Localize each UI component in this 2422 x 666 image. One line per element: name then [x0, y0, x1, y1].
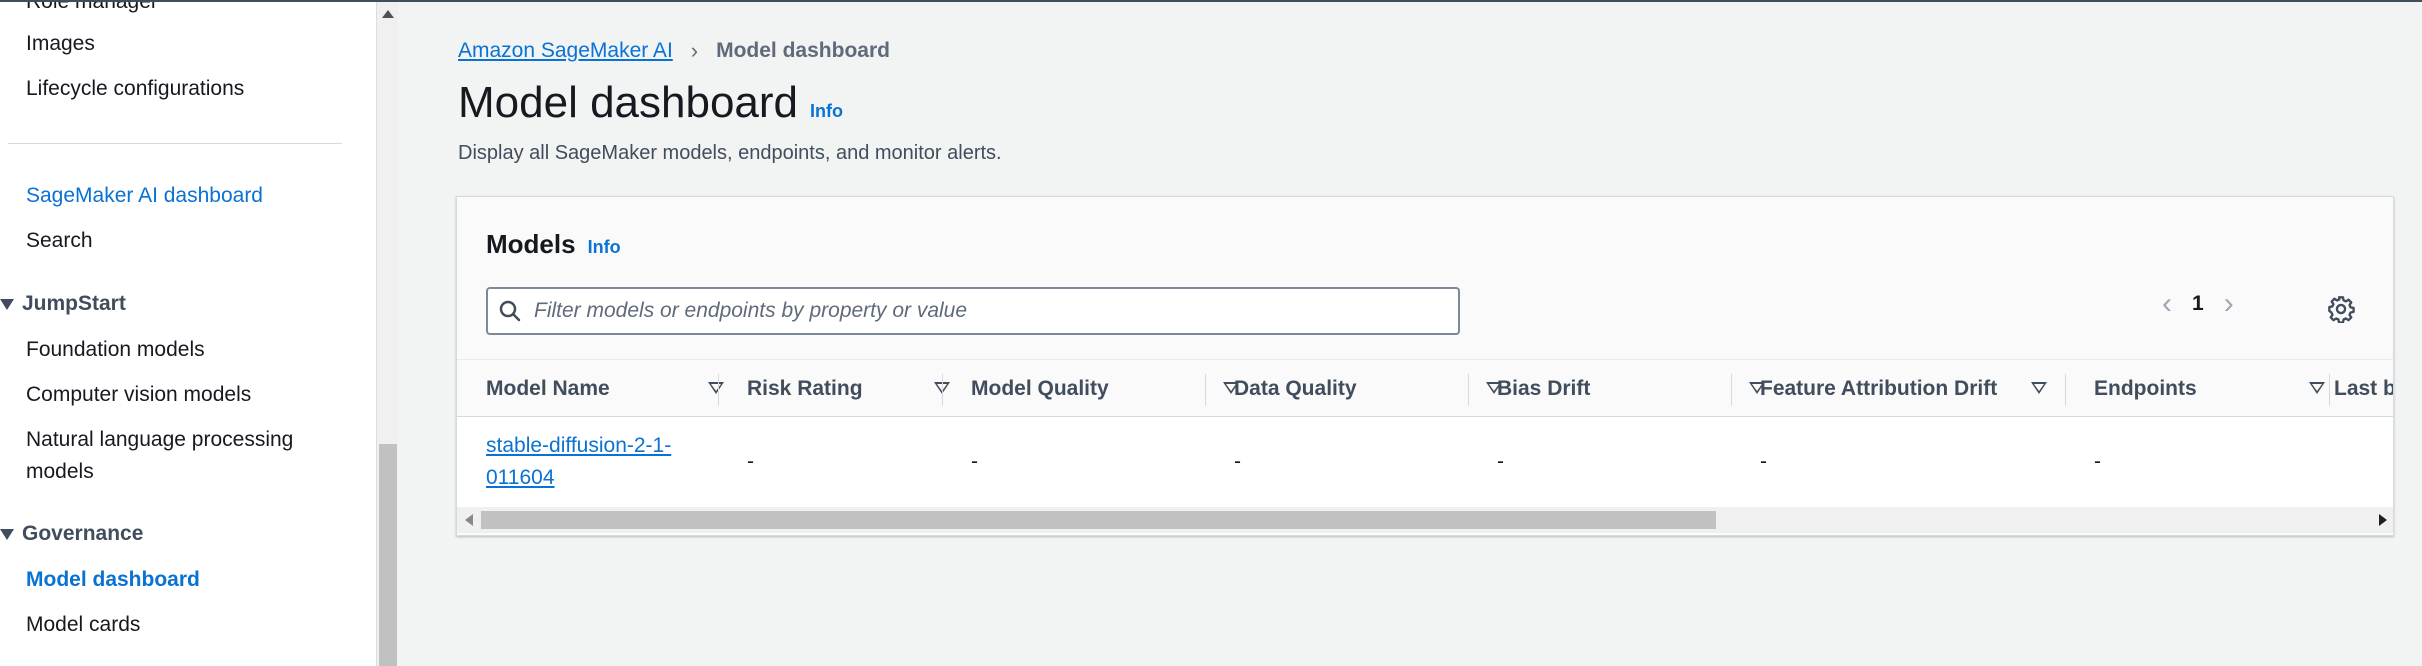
nav-item-nlp-models-line2[interactable]: models	[26, 460, 94, 484]
side-navigation: Role manager Images Lifecycle configurat…	[0, 2, 376, 666]
page-header: Model dashboard Info	[458, 78, 843, 128]
endpoints-cell: -	[2094, 450, 2101, 473]
column-label: Bias Drift	[1497, 377, 1591, 400]
main-content: Amazon SageMaker AI › Model dashboard Mo…	[398, 2, 2422, 666]
sort-icon[interactable]	[708, 382, 724, 394]
models-table-container: Models Info ‹ 1 ›	[456, 196, 2394, 536]
nav-section-label: Governance	[22, 522, 144, 545]
model-name-cell: stable-diffusion-2-1- 011604	[486, 417, 716, 507]
breadcrumb-current: Model dashboard	[716, 39, 890, 62]
column-header-bias-drift[interactable]: Bias Drift	[1497, 360, 1765, 418]
risk-rating-cell: -	[747, 450, 754, 473]
sidebar-scrollbar-thumb[interactable]	[379, 444, 397, 666]
chevron-left-icon[interactable]: ‹	[2162, 289, 2172, 319]
bias-drift-cell: -	[1497, 450, 1504, 473]
sort-icon[interactable]	[2031, 382, 2047, 394]
search-icon	[488, 289, 532, 333]
models-header: Models Info	[486, 229, 621, 260]
nav-divider	[8, 143, 342, 144]
sidebar-scrollbar[interactable]	[376, 2, 398, 666]
table-horizontal-scrollbar[interactable]	[457, 507, 2393, 533]
column-label: Model Name	[486, 377, 610, 400]
horizontal-scrollbar-thumb[interactable]	[481, 511, 1716, 529]
page-info-link[interactable]: Info	[810, 101, 843, 122]
chevron-right-icon[interactable]: ›	[2224, 289, 2234, 319]
scroll-right-icon[interactable]	[2379, 514, 2387, 526]
caret-down-icon	[0, 298, 14, 310]
nav-item-foundation-models[interactable]: Foundation models	[26, 338, 205, 362]
column-header-endpoints[interactable]: Endpoints	[2094, 360, 2334, 418]
column-divider[interactable]	[1205, 374, 1206, 406]
page-number[interactable]: 1	[2192, 292, 2204, 316]
app-window: Role manager Images Lifecycle configurat…	[0, 0, 2422, 666]
column-header-risk-rating[interactable]: Risk Rating	[747, 360, 950, 418]
column-divider[interactable]	[718, 374, 719, 406]
nav-item-nlp-models[interactable]: Natural language processing	[26, 428, 293, 452]
nav-item-role-manager[interactable]: Role manager	[26, 2, 158, 14]
column-label: Endpoints	[2094, 377, 2197, 400]
column-divider[interactable]	[1468, 374, 1469, 406]
nav-item-lifecycle-configurations[interactable]: Lifecycle configurations	[26, 77, 244, 101]
column-label: Feature Attribution Drift	[1760, 377, 1998, 400]
model-name-line2: 011604	[486, 466, 555, 489]
caret-down-icon	[0, 528, 14, 540]
gear-icon[interactable]	[2327, 295, 2355, 328]
column-label: Risk Rating	[747, 377, 863, 400]
nav-item-computer-vision-models[interactable]: Computer vision models	[26, 383, 251, 407]
column-divider[interactable]	[2329, 374, 2330, 406]
nav-item-sagemaker-dashboard[interactable]: SageMaker AI dashboard	[26, 184, 263, 208]
chevron-right-icon: ›	[690, 38, 699, 63]
feature-attribution-drift-cell: -	[1760, 450, 1767, 473]
nav-item-search[interactable]: Search	[26, 229, 93, 253]
column-header-model-quality[interactable]: Model Quality	[971, 360, 1239, 418]
column-divider[interactable]	[2065, 374, 2066, 406]
pagination: ‹ 1 ›	[2162, 289, 2234, 319]
models-info-link[interactable]: Info	[588, 237, 621, 258]
page-title: Model dashboard	[458, 78, 799, 127]
nav-item-model-cards[interactable]: Model cards	[26, 613, 140, 637]
column-header-model-name[interactable]: Model Name	[486, 360, 724, 418]
table-header: Model Name Risk Rating Model Quality Dat…	[457, 359, 2394, 418]
column-header-data-quality[interactable]: Data Quality	[1234, 360, 1502, 418]
nav-section-governance[interactable]: Governance	[0, 522, 143, 546]
table-row: stable-diffusion-2-1- 011604 - - - - - -	[457, 417, 2393, 507]
column-header-last[interactable]: Last b	[2334, 360, 2394, 418]
column-divider[interactable]	[942, 374, 943, 406]
model-name-link[interactable]: stable-diffusion-2-1- 011604	[486, 430, 671, 494]
data-quality-cell: -	[1234, 450, 1241, 473]
breadcrumb-sagemaker-link[interactable]: Amazon SageMaker AI	[458, 39, 673, 63]
column-label: Data Quality	[1234, 377, 1357, 400]
column-header-feature-attribution-drift[interactable]: Feature Attribution Drift	[1760, 360, 2050, 418]
model-quality-cell: -	[971, 450, 978, 473]
models-table: Model Name Risk Rating Model Quality Dat…	[457, 359, 2394, 507]
column-divider[interactable]	[1731, 374, 1732, 406]
models-title: Models	[486, 229, 576, 259]
nav-section-label: JumpStart	[22, 292, 126, 315]
filter-input[interactable]	[532, 291, 1432, 331]
sort-icon[interactable]	[2309, 382, 2325, 394]
scroll-left-icon[interactable]	[465, 514, 473, 526]
nav-section-jumpstart[interactable]: JumpStart	[0, 292, 126, 316]
models-filter[interactable]	[486, 287, 1460, 335]
breadcrumb: Amazon SageMaker AI › Model dashboard	[458, 38, 890, 64]
column-label: Model Quality	[971, 377, 1109, 400]
nav-item-images[interactable]: Images	[26, 32, 95, 56]
column-label: Last b	[2334, 377, 2394, 400]
page-description: Display all SageMaker models, endpoints,…	[458, 142, 1002, 164]
model-name-line1: stable-diffusion-2-1-	[486, 434, 672, 457]
scroll-up-icon[interactable]	[382, 10, 394, 18]
nav-item-model-dashboard[interactable]: Model dashboard	[26, 568, 200, 592]
